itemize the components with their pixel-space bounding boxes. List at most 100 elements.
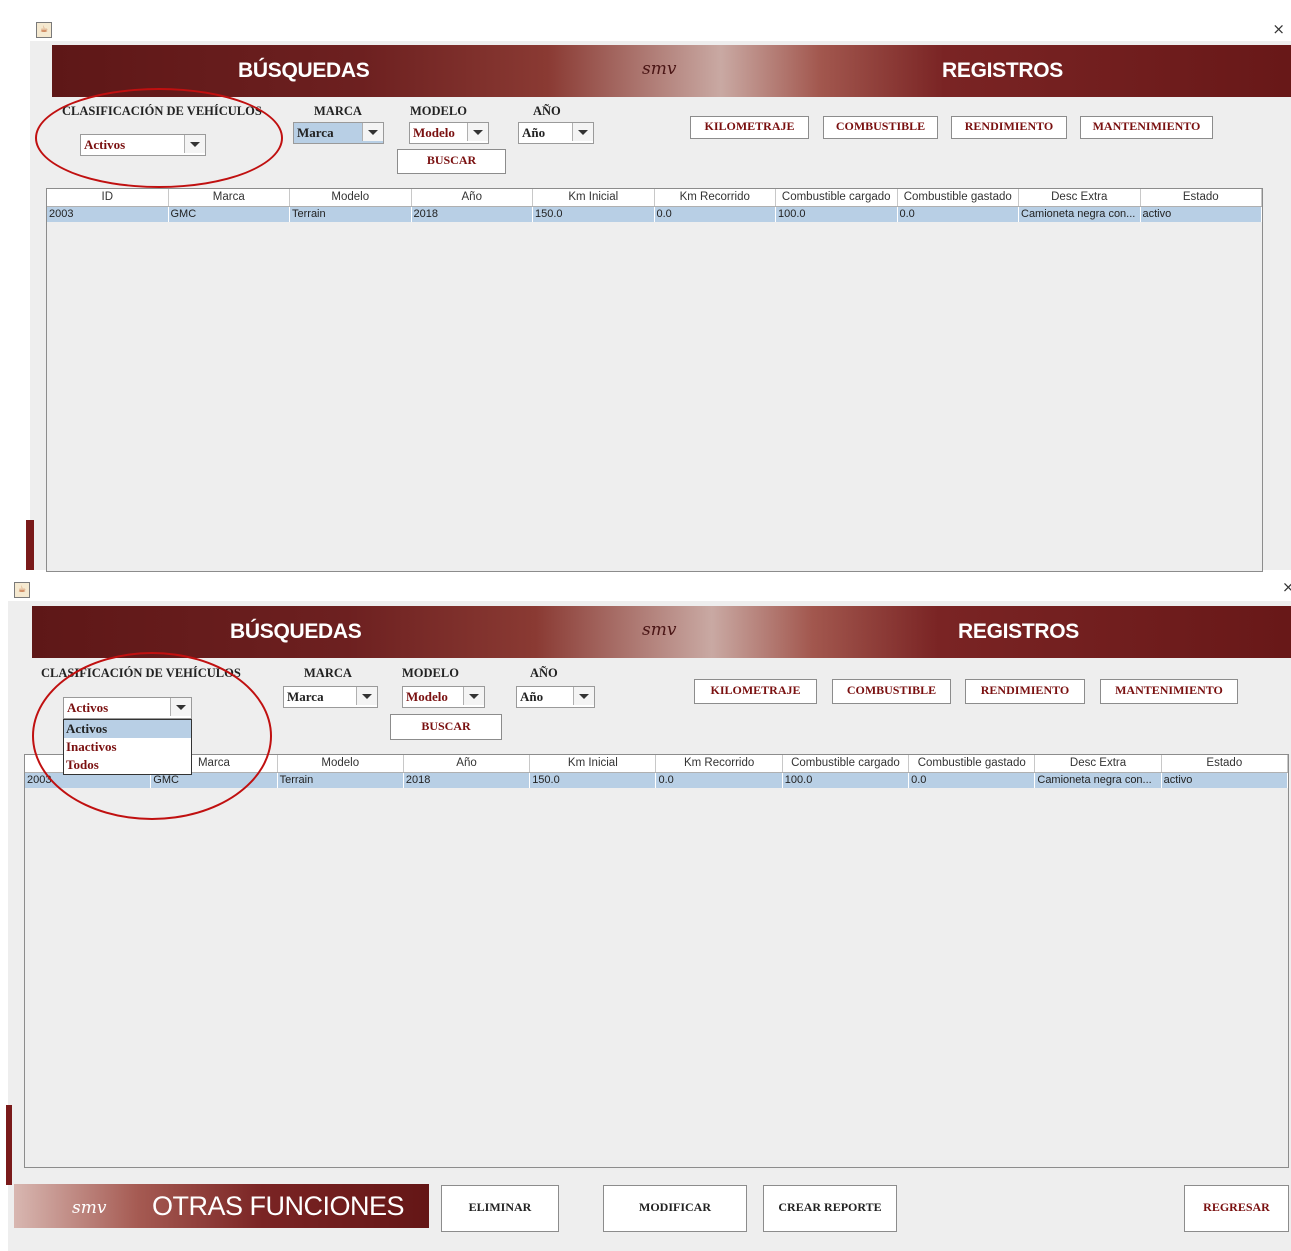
table-cell: Terrain <box>278 773 404 788</box>
window-bottom: ☕ BÚSQUEDAS smv REGISTROS CLASIFICACIÓN … <box>8 578 1291 1251</box>
table-cell: GMC <box>169 207 290 222</box>
modelo-value: Modelo <box>406 689 448 704</box>
column-header[interactable]: Marca <box>169 189 290 206</box>
table-cell: 0.0 <box>898 207 1019 222</box>
marca-value: Marca <box>297 125 334 140</box>
mantenimiento-button[interactable]: MANTENIMIENTO <box>1100 679 1238 704</box>
rendimiento-button[interactable]: RENDIMIENTO <box>951 116 1067 139</box>
chevron-down-icon <box>362 123 383 141</box>
column-header[interactable]: Modelo <box>290 189 412 206</box>
marca-label: MARCA <box>304 666 352 680</box>
column-header[interactable]: Km Recorrido <box>655 189 776 206</box>
modificar-button[interactable]: MODIFICAR <box>603 1185 747 1232</box>
title-bar: ☕ <box>8 578 1291 601</box>
window-top: ☕ × BÚSQUEDAS smv REGISTROS CLASIFICACIÓ… <box>30 18 1291 572</box>
buscar-button[interactable]: BUSCAR <box>390 714 502 740</box>
column-header[interactable]: ID <box>47 189 169 206</box>
modelo-select[interactable]: Modelo <box>409 122 489 144</box>
column-header[interactable]: Combustible cargado <box>783 755 910 772</box>
chevron-down-icon <box>573 687 594 705</box>
anio-value: Año <box>522 125 546 140</box>
modelo-label: MODELO <box>402 666 459 680</box>
combustible-button[interactable]: COMBUSTIBLE <box>832 679 951 704</box>
eliminar-button[interactable]: ELIMINAR <box>441 1185 559 1232</box>
java-icon: ☕ <box>36 22 52 38</box>
busquedas-title: BÚSQUEDAS <box>230 620 362 643</box>
registros-title: REGISTROS <box>958 620 1079 643</box>
table-cell: activo <box>1162 773 1288 788</box>
modelo-label: MODELO <box>410 104 467 118</box>
otras-funciones-title: OTRAS FUNCIONES <box>152 1191 405 1221</box>
regresar-button[interactable]: REGRESAR <box>1184 1185 1289 1232</box>
smv-logo: smv <box>642 59 677 79</box>
chevron-down-icon <box>572 123 593 141</box>
table-cell: 2003 <box>47 207 169 222</box>
column-header[interactable]: Modelo <box>278 755 404 772</box>
anio-label: AÑO <box>533 104 561 118</box>
header-banner: BÚSQUEDAS smv REGISTROS <box>32 606 1291 658</box>
column-header[interactable]: Estado <box>1141 189 1262 206</box>
window-edge-accent <box>6 1105 12 1185</box>
marca-select[interactable]: Marca <box>293 122 384 144</box>
table-cell: 0.0 <box>655 207 776 222</box>
vehicles-table[interactable]: ID Marca Modelo Año Km Inicial Km Recorr… <box>24 754 1289 1168</box>
column-header[interactable]: Desc Extra <box>1035 755 1162 772</box>
table-cell: Camioneta negra con... <box>1035 773 1162 788</box>
anio-select[interactable]: Año <box>516 686 595 708</box>
rendimiento-button[interactable]: RENDIMIENTO <box>965 679 1085 704</box>
combustible-button[interactable]: COMBUSTIBLE <box>823 116 938 139</box>
vehicles-table[interactable]: ID Marca Modelo Año Km Inicial Km Recorr… <box>46 188 1263 572</box>
marca-label: MARCA <box>314 104 362 118</box>
table-cell: 2018 <box>404 773 531 788</box>
annotation-oval <box>32 652 272 820</box>
smv-logo: smv <box>642 620 677 640</box>
busquedas-title: BÚSQUEDAS <box>238 59 370 82</box>
table-cell: 2018 <box>412 207 533 222</box>
table-cell: Camioneta negra con... <box>1019 207 1141 222</box>
java-icon: ☕ <box>14 582 30 598</box>
column-header[interactable]: Km Inicial <box>533 189 655 206</box>
kilometraje-button[interactable]: KILOMETRAJE <box>694 679 817 704</box>
table-cell: 150.0 <box>530 773 657 788</box>
table-cell: 100.0 <box>783 773 910 788</box>
header-banner: BÚSQUEDAS smv REGISTROS <box>52 45 1291 97</box>
table-cell: 150.0 <box>533 207 655 222</box>
anio-label: AÑO <box>530 666 558 680</box>
column-header[interactable]: Desc Extra <box>1019 189 1141 206</box>
modelo-select[interactable]: Modelo <box>402 686 485 708</box>
anio-select[interactable]: Año <box>518 122 594 144</box>
chevron-down-icon <box>463 687 484 705</box>
table-cell: 0.0 <box>909 773 1036 788</box>
modelo-value: Modelo <box>413 125 455 140</box>
column-header[interactable]: Año <box>404 755 531 772</box>
buscar-button[interactable]: BUSCAR <box>397 149 506 174</box>
chevron-down-icon <box>356 687 377 705</box>
annotation-oval <box>35 88 283 188</box>
column-header[interactable]: Combustible gastado <box>898 189 1019 206</box>
anio-value: Año <box>520 689 544 704</box>
chevron-down-icon <box>467 123 488 141</box>
marca-value: Marca <box>287 689 324 704</box>
table-cell: Terrain <box>290 207 412 222</box>
column-header[interactable]: Año <box>412 189 533 206</box>
crear-reporte-button[interactable]: CREAR REPORTE <box>763 1185 897 1232</box>
mantenimiento-button[interactable]: MANTENIMIENTO <box>1080 116 1213 139</box>
table-cell: 0.0 <box>656 773 783 788</box>
table-header: ID Marca Modelo Año Km Inicial Km Recorr… <box>47 189 1262 207</box>
column-header[interactable]: Combustible gastado <box>909 755 1036 772</box>
table-cell: 100.0 <box>776 207 898 222</box>
close-icon[interactable]: × <box>1282 578 1291 596</box>
registros-title: REGISTROS <box>942 59 1063 82</box>
marca-select[interactable]: Marca <box>283 686 378 708</box>
table-row[interactable]: 2003 GMC Terrain 2018 150.0 0.0 100.0 0.… <box>47 207 1262 222</box>
title-bar: ☕ × <box>30 18 1291 41</box>
footer-banner: smv OTRAS FUNCIONES <box>14 1184 429 1228</box>
column-header[interactable]: Estado <box>1162 755 1288 772</box>
smv-logo: smv <box>72 1198 107 1218</box>
column-header[interactable]: Combustible cargado <box>776 189 898 206</box>
column-header[interactable]: Km Inicial <box>530 755 657 772</box>
kilometraje-button[interactable]: KILOMETRAJE <box>690 116 809 139</box>
column-header[interactable]: Km Recorrido <box>656 755 783 772</box>
close-icon[interactable]: × <box>1272 20 1285 38</box>
window-edge-accent <box>26 520 34 570</box>
